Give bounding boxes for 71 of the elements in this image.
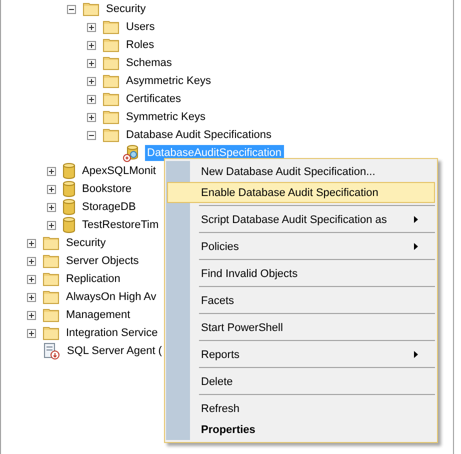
menu-item[interactable]: Reports [167, 344, 435, 365]
folder-icon [103, 128, 119, 142]
expand-icon[interactable] [27, 274, 36, 284]
menu-item[interactable]: Policies [167, 236, 435, 257]
expand-icon[interactable] [47, 220, 56, 230]
folder-icon [43, 272, 59, 286]
folder-icon [43, 290, 59, 304]
menu-item[interactable]: Properties [167, 419, 435, 440]
menu-item[interactable]: Delete [167, 371, 435, 392]
tree-node-label[interactable]: Security [64, 235, 108, 251]
expand-icon[interactable] [27, 292, 36, 302]
database-icon [63, 181, 75, 197]
agent-icon [43, 342, 60, 360]
folder-icon [103, 20, 119, 34]
tree-node-label[interactable]: Integration Service [64, 325, 160, 341]
expand-icon[interactable] [87, 112, 96, 122]
tree-node-label[interactable]: StorageDB [80, 199, 138, 215]
tree-node-label[interactable]: ApexSQLMonit [80, 163, 158, 179]
tree-node-label[interactable]: Certificates [124, 91, 184, 107]
expand-icon[interactable] [87, 94, 96, 104]
folder-icon [103, 56, 119, 70]
expand-icon[interactable] [87, 22, 96, 32]
tree-node-label[interactable]: Management [64, 307, 132, 323]
submenu-arrow-icon [414, 243, 418, 250]
folder-icon [103, 92, 119, 106]
folder-icon [43, 308, 59, 322]
folder-icon [43, 254, 59, 268]
folder-icon [103, 74, 119, 88]
tree-node-label[interactable]: Roles [124, 37, 156, 53]
collapse-icon[interactable] [87, 130, 96, 140]
tree-node-label[interactable]: SQL Server Agent ( [65, 343, 164, 359]
tree-node-label[interactable]: TestRestoreTim [80, 217, 161, 233]
folder-icon [103, 38, 119, 52]
tree-node-label[interactable]: AlwaysOn High Av [64, 289, 158, 305]
tree-node-label[interactable]: Database Audit Specifications [124, 127, 274, 143]
menu-item[interactable]: Enable Database Audit Specification [167, 182, 435, 203]
menu-item[interactable]: New Database Audit Specification... [167, 161, 435, 182]
tree-node-label[interactable]: Asymmetric Keys [124, 73, 213, 89]
tree-node-label[interactable]: Server Objects [64, 253, 141, 269]
tree-node-label[interactable]: Replication [64, 271, 122, 287]
tree-node-label[interactable]: Schemas [124, 55, 174, 71]
tree-node-label[interactable]: Bookstore [80, 181, 134, 197]
menu-item[interactable]: Script Database Audit Specification as [167, 209, 435, 230]
menu-item[interactable]: Facets [167, 290, 435, 311]
expand-icon[interactable] [47, 184, 56, 194]
expand-icon[interactable] [27, 238, 36, 248]
menu-item[interactable]: Start PowerShell [167, 317, 435, 338]
folder-icon [43, 326, 59, 340]
audit-specification-icon [123, 144, 140, 162]
database-icon [63, 217, 75, 233]
database-icon [63, 199, 75, 215]
folder-icon [103, 110, 119, 124]
database-icon [63, 163, 75, 179]
expand-icon[interactable] [27, 328, 36, 338]
expand-icon[interactable] [27, 256, 36, 266]
tree-node-label[interactable]: Symmetric Keys [124, 109, 208, 125]
expand-icon[interactable] [47, 202, 56, 212]
menu-item[interactable]: Refresh [167, 398, 435, 419]
menu-item[interactable]: Find Invalid Objects [167, 263, 435, 284]
expand-icon[interactable] [87, 40, 96, 50]
collapse-icon[interactable] [67, 4, 76, 14]
submenu-arrow-icon [414, 351, 418, 358]
expand-icon[interactable] [27, 310, 36, 320]
submenu-arrow-icon [414, 216, 418, 223]
expand-icon[interactable] [87, 58, 96, 68]
folder-icon [43, 236, 59, 250]
tree-node-label[interactable]: Users [124, 19, 157, 35]
tree-node-label[interactable]: Security [104, 1, 148, 17]
folder-icon [83, 2, 99, 16]
expand-icon[interactable] [87, 76, 96, 86]
expand-icon[interactable] [47, 166, 56, 176]
